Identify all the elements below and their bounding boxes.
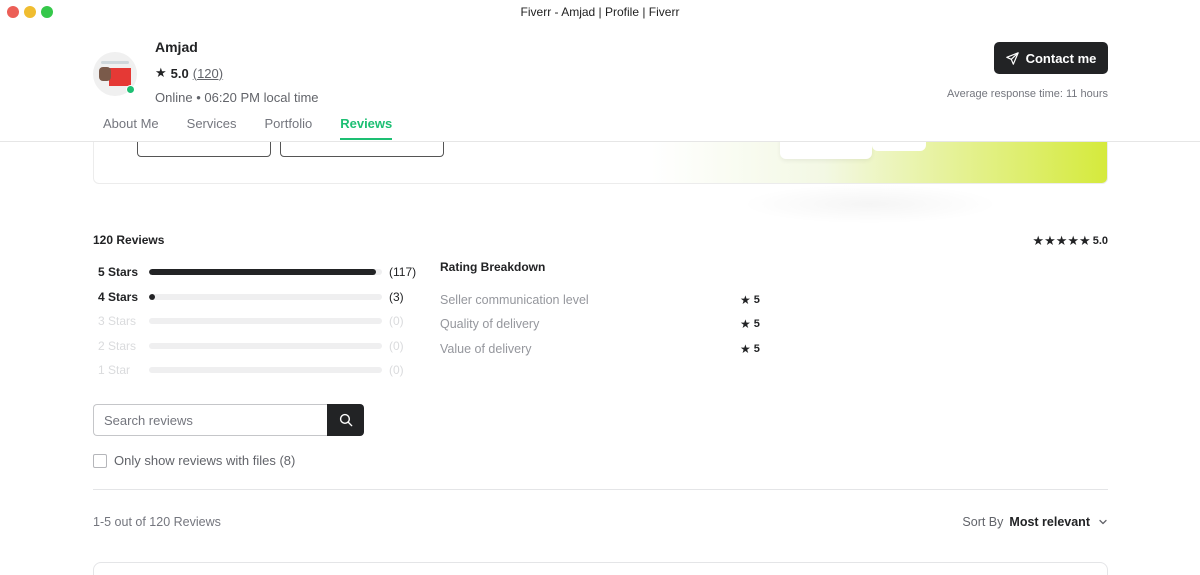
profile-header: Amjad ★ 5.0 (120) Online • 06:20 PM loca… <box>0 24 1200 142</box>
star-breakdown-row[interactable]: 5 Stars (117) <box>98 260 428 285</box>
rating-criterion: Value of delivery <box>440 341 532 356</box>
reviews-total: 120 Reviews <box>93 233 165 247</box>
star-icon: ★ <box>155 65 167 80</box>
tab-reviews[interactable]: Reviews <box>340 116 393 140</box>
star-count: (0) <box>389 338 404 353</box>
online-status: Online • 06:20 PM local time <box>155 90 319 105</box>
star-level-label: 1 Star <box>98 363 131 378</box>
search-reviews-input[interactable] <box>93 404 327 436</box>
profile-tabs: About Me Services Portfolio Reviews <box>103 116 393 140</box>
search-button[interactable] <box>327 404 364 436</box>
star-progress-bar <box>149 342 382 349</box>
star-progress-fill <box>149 269 377 276</box>
online-status-dot <box>126 85 135 94</box>
review-card <box>93 562 1108 575</box>
window-title: Fiverr - Amjad | Profile | Fiverr <box>520 5 680 19</box>
files-filter-label: Only show reviews with files (8) <box>114 453 296 468</box>
star-level-label: 2 Stars <box>98 338 137 353</box>
star-count: (117) <box>389 265 417 280</box>
tab-portfolio[interactable]: Portfolio <box>265 116 313 139</box>
sort-dropdown[interactable]: Sort By Most relevant <box>962 515 1108 529</box>
star-progress-bar <box>149 269 382 276</box>
results-count: 1-5 out of 120 Reviews <box>93 515 221 529</box>
chevron-down-icon <box>1099 519 1107 525</box>
files-filter-checkbox[interactable] <box>93 453 107 468</box>
seller-name: Amjad <box>155 39 198 55</box>
star-breakdown-row: 3 Stars (0) <box>98 309 428 334</box>
five-stars-icon: ★★★★★ <box>1032 233 1091 248</box>
star-progress-bar <box>149 367 382 374</box>
banner-shadow <box>740 184 1000 224</box>
rating-criterion: Seller communication level <box>440 293 589 308</box>
rating-breakdown-title: Rating Breakdown <box>440 260 546 274</box>
send-icon <box>1005 51 1019 65</box>
rating-score-value: 5 <box>753 294 760 307</box>
overall-rating-value: 5.0 <box>1092 235 1108 247</box>
star-icon: ★ <box>740 341 751 356</box>
rating-score-value: 5 <box>753 318 760 331</box>
star-level-label: 3 Stars <box>98 314 137 329</box>
star-icon: ★ <box>740 293 751 308</box>
response-time: Average response time: 11 hours <box>946 88 1108 100</box>
star-breakdown-row: 2 Stars (0) <box>98 334 428 359</box>
divider <box>93 489 1108 490</box>
star-level-label: 4 Stars <box>98 289 139 304</box>
rating-breakdown-row: Quality of delivery ★ 5 <box>440 312 770 336</box>
star-level-label: 5 Stars <box>98 265 139 280</box>
overall-rating: ★★★★★ 5.0 <box>1032 233 1108 249</box>
star-breakdown-row: 1 Star (0) <box>98 358 428 383</box>
rating-breakdown-row: Value of delivery ★ 5 <box>440 337 770 361</box>
rating-value: 5.0 <box>170 65 189 81</box>
files-filter[interactable]: Only show reviews with files (8) <box>93 453 295 468</box>
rating-score: ★ 5 <box>740 293 760 307</box>
star-progress-fill <box>149 293 155 300</box>
rating-criterion: Quality of delivery <box>440 317 540 332</box>
contact-me-button[interactable]: Contact me <box>994 42 1108 74</box>
sort-label: Sort By <box>962 515 1004 529</box>
tab-about-me[interactable]: About Me <box>103 116 159 139</box>
star-breakdown: 5 Stars (117) 4 Stars (3) 3 Stars (0) 2 … <box>98 260 428 383</box>
rating-score-value: 5 <box>753 342 760 355</box>
star-progress-bar <box>149 293 382 300</box>
star-icon: ★ <box>740 317 751 332</box>
rating-score: ★ 5 <box>740 342 760 356</box>
star-count: (0) <box>389 363 404 378</box>
star-count: (3) <box>389 289 404 304</box>
window-titlebar: Fiverr - Amjad | Profile | Fiverr <box>0 0 1200 24</box>
review-search <box>93 404 364 436</box>
seller-rating: ★ 5.0 (120) <box>155 65 223 81</box>
star-progress-bar <box>149 318 382 325</box>
rating-score: ★ 5 <box>740 317 760 331</box>
tab-services[interactable]: Services <box>187 116 237 139</box>
star-count: (0) <box>389 314 404 329</box>
rating-count-link[interactable]: (120) <box>193 66 223 81</box>
rating-breakdown-row: Seller communication level ★ 5 <box>440 288 770 312</box>
search-icon <box>339 413 352 427</box>
rating-breakdown: Rating Breakdown Seller communication le… <box>440 260 770 361</box>
star-breakdown-row[interactable]: 4 Stars (3) <box>98 285 428 310</box>
sort-value: Most relevant <box>1009 515 1090 529</box>
contact-me-label: Contact me <box>1025 50 1097 66</box>
